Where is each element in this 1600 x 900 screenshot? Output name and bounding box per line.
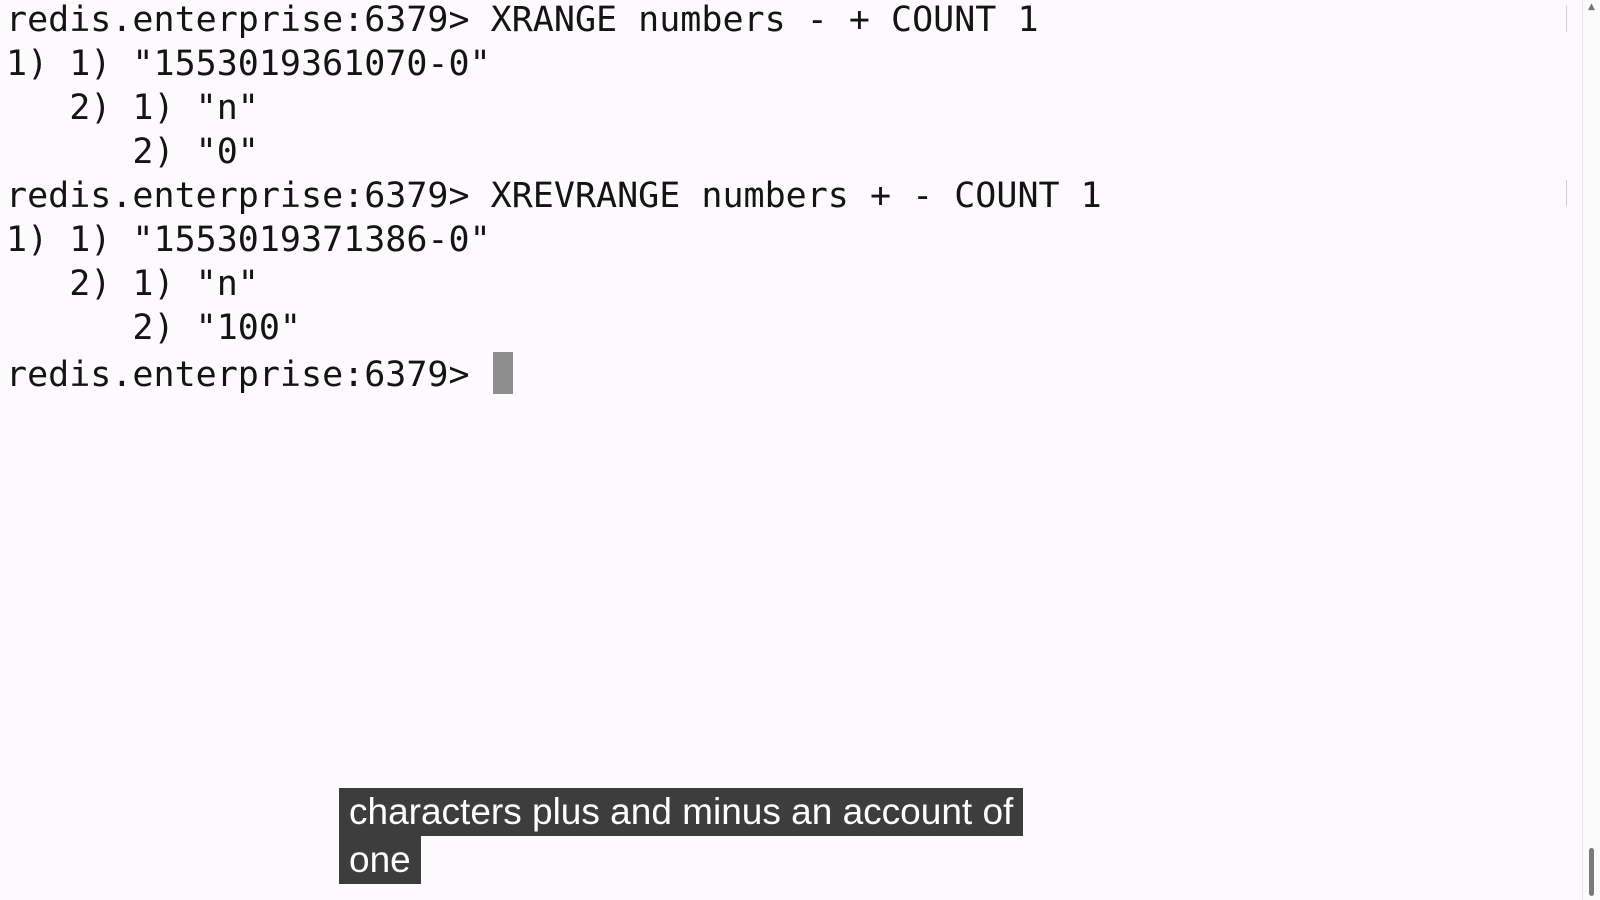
terminal-output: redis.enterprise:6379> XRANGE numbers - … (6, 0, 1566, 396)
caption-row: characters plus and minus an account of (339, 788, 1024, 836)
text-cursor (492, 352, 513, 394)
scroll-up-arrow-icon[interactable]: ▲ (1588, 2, 1595, 12)
terminal-line-output: 2) "100" (6, 308, 302, 348)
vertical-scrollbar[interactable]: ▲ (1582, 0, 1600, 900)
scrollbar-thumb[interactable] (1589, 848, 1594, 896)
terminal-line-output: 2) 1) "n" (6, 264, 259, 304)
terminal-line-output: 1) 1) "1553019361070-0" (6, 44, 491, 84)
caption-row: one (339, 836, 1023, 884)
command-marker (1566, 6, 1567, 32)
terminal-window[interactable]: redis.enterprise:6379> XRANGE numbers - … (0, 0, 1600, 900)
command-marker (1566, 180, 1567, 206)
caption-line-2: one (339, 836, 421, 884)
terminal-prompt: redis.enterprise:6379> (6, 355, 491, 395)
video-captions: characters plus and minus an account of … (339, 788, 1024, 884)
terminal-input-line[interactable]: redis.enterprise:6379> (6, 352, 1566, 396)
caption-line-1: characters plus and minus an account of (339, 788, 1024, 836)
terminal-line-output: 2) 1) "n" (6, 88, 259, 128)
terminal-line-command-xrange: redis.enterprise:6379> XRANGE numbers - … (6, 0, 1039, 40)
terminal-line-command-xrevrange: redis.enterprise:6379> XREVRANGE numbers… (6, 176, 1102, 216)
terminal-line-output: 2) "0" (6, 132, 259, 172)
terminal-line-output: 1) 1) "1553019371386-0" (6, 220, 491, 260)
